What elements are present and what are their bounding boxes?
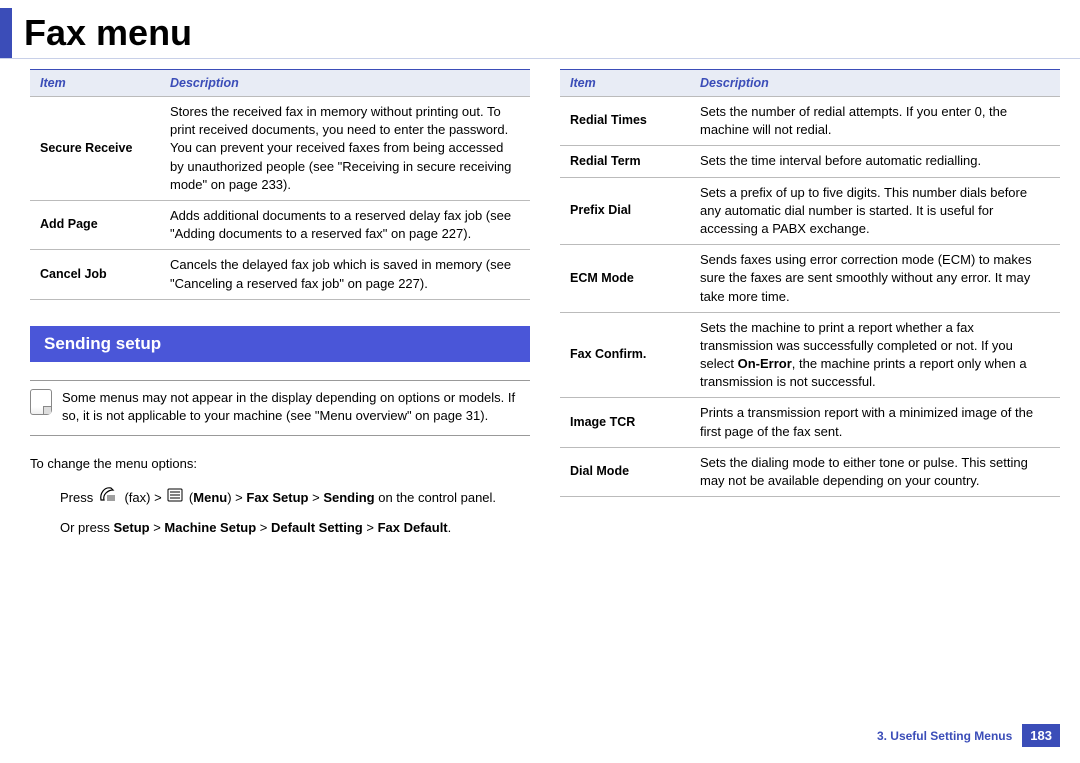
text: on the control panel. [375,490,496,505]
text: ) > [227,490,246,505]
text: (fax) > [124,490,165,505]
item-cell: Fax Confirm. [560,312,690,398]
item-cell: Redial Times [560,97,690,146]
right-column: Item Description Redial TimesSets the nu… [560,69,1060,545]
table-right: Item Description Redial TimesSets the nu… [560,69,1060,497]
note-box: Some menus may not appear in the display… [30,380,530,436]
desc-cell: Sets the time interval before automatic … [690,146,1060,177]
desc-cell: Sets the dialing mode to either tone or … [690,447,1060,496]
fax-handset-icon [99,485,119,511]
item-cell: Add Page [30,200,160,249]
desc-cell: Sets a prefix of up to five digits. This… [690,177,1060,245]
table-header-item: Item [30,70,160,97]
item-cell: Redial Term [560,146,690,177]
bold-text: Machine Setup [164,520,256,535]
item-cell: Secure Receive [30,97,160,201]
table-row: Image TCRPrints a transmission report wi… [560,398,1060,447]
bold-text: Sending [323,490,374,505]
item-cell: Cancel Job [30,250,160,299]
bold-text: Default Setting [271,520,363,535]
section-header-sending-setup: Sending setup [30,326,530,362]
bold-text: Setup [113,520,149,535]
table-row: Cancel JobCancels the delayed fax job wh… [30,250,530,299]
item-cell: Dial Mode [560,447,690,496]
item-cell: ECM Mode [560,245,690,313]
page-title-bar: Fax menu [0,0,1080,59]
title-accent-bar [0,8,12,58]
desc-cell: Sends faxes using error correction mode … [690,245,1060,313]
text: . [448,520,452,535]
table-row: Redial TimesSets the number of redial at… [560,97,1060,146]
table-header-desc: Description [690,70,1060,97]
table-row: Prefix DialSets a prefix of up to five d… [560,177,1060,245]
menu-list-icon [167,485,183,511]
item-cell: Image TCR [560,398,690,447]
table-header-item: Item [560,70,690,97]
footer-page-number: 183 [1022,724,1060,747]
bold-text: Fax Default [378,520,448,535]
table-row: ECM ModeSends faxes using error correcti… [560,245,1060,313]
page-footer: 3. Useful Setting Menus 183 [877,724,1060,747]
item-cell: Prefix Dial [560,177,690,245]
text: > [256,520,271,535]
table-header-desc: Description [160,70,530,97]
desc-cell: Prints a transmission report with a mini… [690,398,1060,447]
text: Press [60,490,97,505]
page-title: Fax menu [24,12,192,54]
desc-cell: Adds additional documents to a reserved … [160,200,530,249]
footer-chapter: 3. Useful Setting Menus [877,729,1012,743]
note-icon [30,389,52,415]
text: > [363,520,378,535]
instruction-line-2: Or press Setup > Machine Setup > Default… [60,515,530,541]
text: > [150,520,165,535]
desc-cell: Stores the received fax in memory withou… [160,97,530,201]
instruction-intro: To change the menu options: [30,454,530,475]
left-column: Item Description Secure ReceiveStores th… [30,69,530,545]
desc-cell: Sets the number of redial attempts. If y… [690,97,1060,146]
table-row: Fax Confirm.Sets the machine to print a … [560,312,1060,398]
text: Or press [60,520,113,535]
table-row: Secure ReceiveStores the received fax in… [30,97,530,201]
desc-cell: Cancels the delayed fax job which is sav… [160,250,530,299]
table-left: Item Description Secure ReceiveStores th… [30,69,530,300]
instruction-line-1: Press (fax) > (Menu) > Fax Setup > Sendi… [60,485,530,512]
bold-text: Menu [193,490,227,505]
table-row: Add PageAdds additional documents to a r… [30,200,530,249]
desc-cell: Sets the machine to print a report wheth… [690,312,1060,398]
table-row: Dial ModeSets the dialing mode to either… [560,447,1060,496]
bold-text: Fax Setup [246,490,308,505]
note-text: Some menus may not appear in the display… [62,389,530,425]
table-row: Redial TermSets the time interval before… [560,146,1060,177]
text: > [309,490,324,505]
